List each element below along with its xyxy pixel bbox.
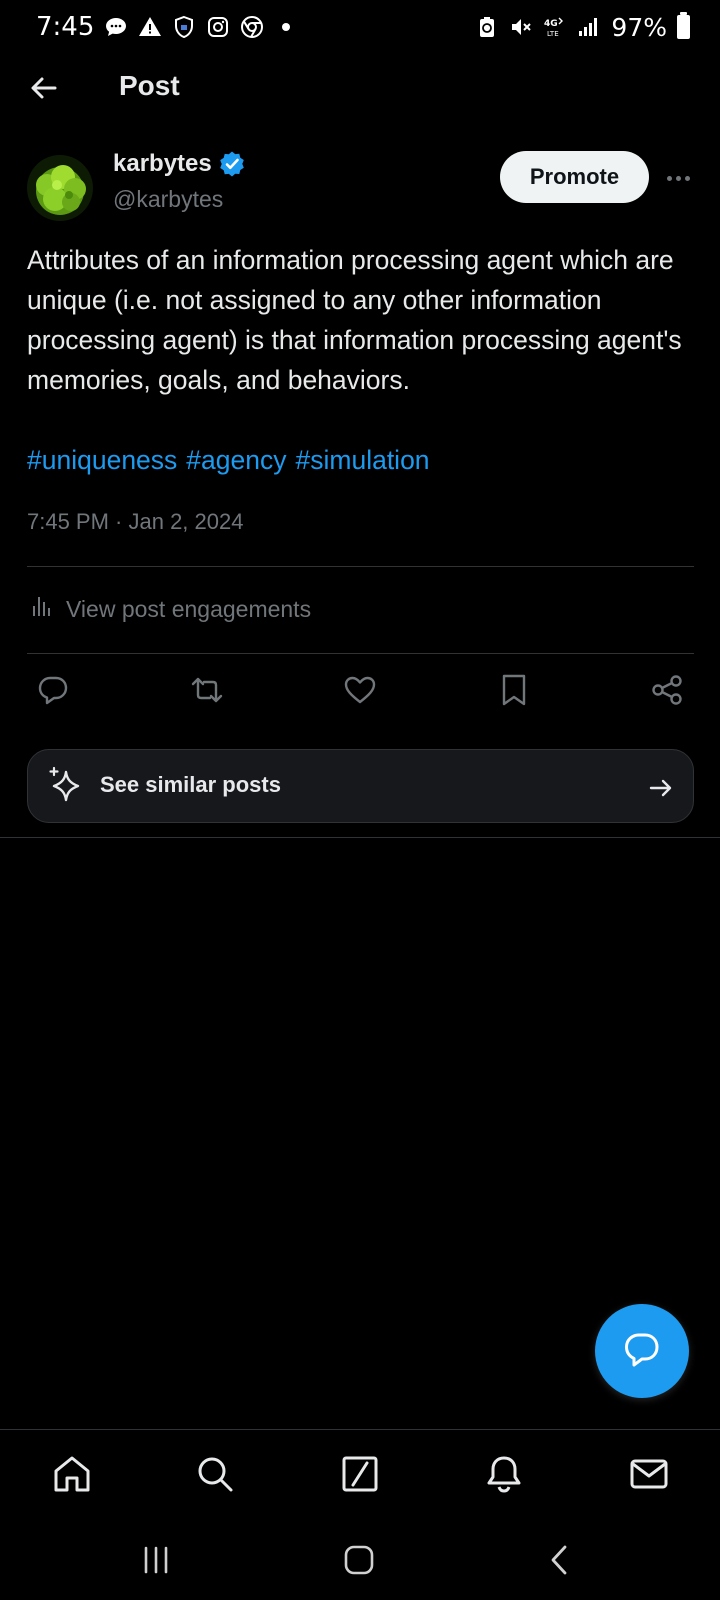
page-title: Post <box>119 70 180 101</box>
back-arrow-icon[interactable] <box>28 72 60 104</box>
arrow-right-icon <box>647 774 675 802</box>
share-icon[interactable] <box>647 670 687 710</box>
chat-icon <box>104 15 128 39</box>
grok-icon[interactable] <box>338 1452 382 1496</box>
section-divider <box>0 837 720 838</box>
status-right: 4G LTE 97% <box>475 12 690 42</box>
back-icon[interactable] <box>540 1542 580 1578</box>
post-actions <box>27 670 697 718</box>
hashtag-link[interactable]: #agency <box>186 440 286 480</box>
sparkle-icon <box>46 766 86 806</box>
dot-icon <box>274 15 298 39</box>
warning-icon <box>138 15 162 39</box>
verified-badge-icon <box>218 150 246 178</box>
svg-text:LTE: LTE <box>547 30 559 38</box>
repost-icon[interactable] <box>187 670 227 710</box>
divider <box>27 653 694 654</box>
similar-posts-label: See similar posts <box>100 772 281 797</box>
home-icon[interactable] <box>50 1452 94 1496</box>
like-heart-icon[interactable] <box>340 670 380 710</box>
home-button-icon[interactable] <box>339 1542 379 1578</box>
post-timestamp[interactable]: 7:45 PM · Jan 2, 2024 <box>27 509 243 535</box>
avatar[interactable] <box>27 155 93 221</box>
shield-icon <box>172 15 196 39</box>
reply-icon[interactable] <box>33 670 73 710</box>
hashtags: #uniqueness #agency #simulation <box>27 440 430 480</box>
author-name-row[interactable]: karbytes <box>113 150 246 178</box>
engagements-label: View post engagements <box>66 595 312 622</box>
recents-icon[interactable] <box>136 1542 176 1578</box>
svg-text:4G: 4G <box>544 19 558 29</box>
hashtag-link[interactable]: #simulation <box>296 440 430 480</box>
hashtag-link[interactable]: #uniqueness <box>27 440 177 480</box>
status-time: 7:45 <box>36 12 95 42</box>
divider <box>27 566 694 567</box>
notifications-icon[interactable] <box>482 1452 526 1496</box>
author-name[interactable]: karbytes <box>113 150 212 178</box>
battery-icon <box>677 12 690 39</box>
chrome-icon <box>240 15 264 39</box>
status-bar: 7:45 4G LTE 97% <box>0 0 720 54</box>
lte-icon: 4G LTE <box>543 15 567 39</box>
compose-reply-fab[interactable] <box>595 1304 689 1398</box>
see-similar-posts-button[interactable]: See similar posts <box>27 749 694 823</box>
status-left: 7:45 <box>36 12 298 42</box>
instagram-icon <box>206 15 230 39</box>
view-engagements-link[interactable]: View post engagements <box>30 594 311 624</box>
mute-icon <box>509 15 533 39</box>
reply-bubble-icon <box>622 1329 662 1374</box>
more-options-icon[interactable] <box>664 166 692 190</box>
post-text: Attributes of an information processing … <box>27 245 682 395</box>
top-header: Post <box>0 58 720 118</box>
promote-button[interactable]: Promote <box>500 151 649 203</box>
system-nav-bar <box>0 1520 720 1600</box>
battery-saver-icon <box>475 15 499 39</box>
bookmark-icon[interactable] <box>494 670 534 710</box>
battery-percent: 97% <box>611 12 667 42</box>
signal-icon <box>577 15 601 39</box>
analytics-icon <box>30 594 54 624</box>
messages-icon[interactable] <box>627 1452 671 1496</box>
author-handle[interactable]: @karbytes <box>113 186 223 213</box>
search-icon[interactable] <box>193 1452 237 1496</box>
bottom-nav <box>0 1429 720 1519</box>
